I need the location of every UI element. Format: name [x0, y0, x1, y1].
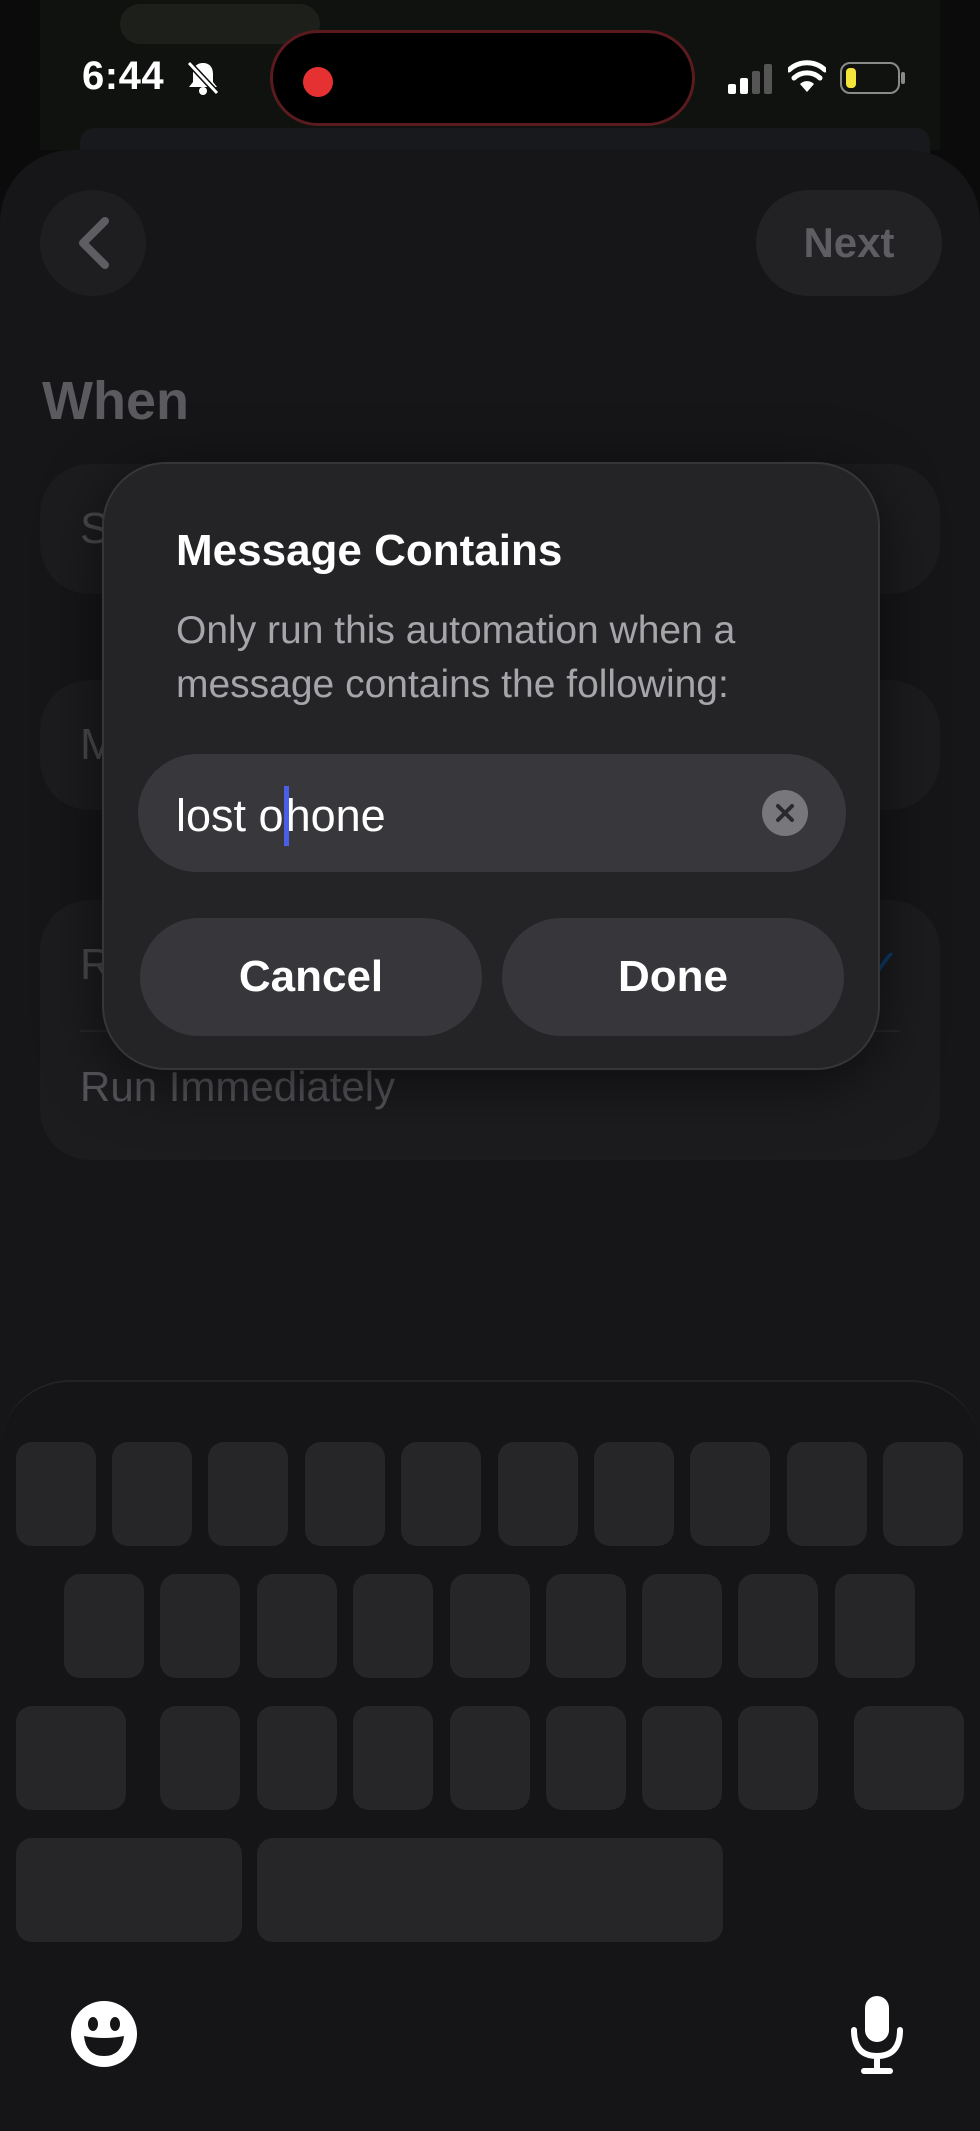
- run-immediately-option[interactable]: Run Immediately: [80, 1063, 395, 1111]
- key[interactable]: [738, 1706, 818, 1810]
- key[interactable]: [112, 1442, 192, 1546]
- next-button[interactable]: Next: [756, 190, 942, 296]
- key[interactable]: [546, 1574, 626, 1678]
- key[interactable]: [546, 1706, 626, 1810]
- back-button[interactable]: [40, 190, 146, 296]
- dialog-title: Message Contains: [176, 526, 563, 575]
- key[interactable]: [835, 1574, 915, 1678]
- key[interactable]: [883, 1442, 963, 1546]
- dialog-description: Only run this automation when a message …: [176, 609, 736, 706]
- key[interactable]: [594, 1442, 674, 1546]
- done-button[interactable]: Done: [502, 918, 844, 1036]
- key[interactable]: [257, 1574, 337, 1678]
- key[interactable]: [353, 1706, 433, 1810]
- key[interactable]: [208, 1442, 288, 1546]
- microphone-icon[interactable]: [848, 1994, 906, 2074]
- signal-icon: [728, 64, 772, 94]
- key[interactable]: [738, 1574, 818, 1678]
- input-text-after-caret: hone: [285, 790, 386, 841]
- message-contains-dialog: Message Contains Only run this automatio…: [102, 462, 880, 1070]
- key[interactable]: [160, 1706, 240, 1810]
- key[interactable]: [305, 1442, 385, 1546]
- clear-text-button[interactable]: [762, 790, 808, 836]
- key[interactable]: [401, 1442, 481, 1546]
- key[interactable]: [64, 1574, 144, 1678]
- space-key[interactable]: [257, 1838, 723, 1942]
- record-dot-icon: [303, 67, 333, 97]
- wifi-icon: [788, 60, 826, 92]
- key[interactable]: [787, 1442, 867, 1546]
- key[interactable]: [353, 1574, 433, 1678]
- keyboard: [0, 1380, 980, 2131]
- dynamic-island: [270, 30, 695, 126]
- cancel-button[interactable]: Cancel: [140, 918, 482, 1036]
- key[interactable]: [160, 1574, 240, 1678]
- delete-key[interactable]: [854, 1706, 964, 1810]
- emoji-icon[interactable]: [70, 2000, 138, 2068]
- input-text-before-caret: lost o: [176, 790, 284, 841]
- key[interactable]: [450, 1706, 530, 1810]
- bell-slash-icon: [186, 60, 220, 96]
- key[interactable]: [642, 1706, 722, 1810]
- key[interactable]: [16, 1442, 96, 1546]
- key[interactable]: [257, 1706, 337, 1810]
- battery-icon: [840, 62, 905, 94]
- text-caret: [283, 786, 289, 846]
- shift-key[interactable]: [16, 1706, 126, 1810]
- numbers-key[interactable]: [16, 1838, 242, 1942]
- key[interactable]: [450, 1574, 530, 1678]
- chevron-left-icon: [79, 217, 109, 269]
- section-title: When: [42, 371, 189, 431]
- status-time: 6:44: [82, 54, 165, 98]
- key[interactable]: [690, 1442, 770, 1546]
- message-text-input[interactable]: lost o hone: [138, 754, 846, 872]
- clear-x-icon: [776, 804, 794, 822]
- key[interactable]: [498, 1442, 578, 1546]
- key[interactable]: [642, 1574, 722, 1678]
- input-value: lost o hone: [176, 786, 386, 846]
